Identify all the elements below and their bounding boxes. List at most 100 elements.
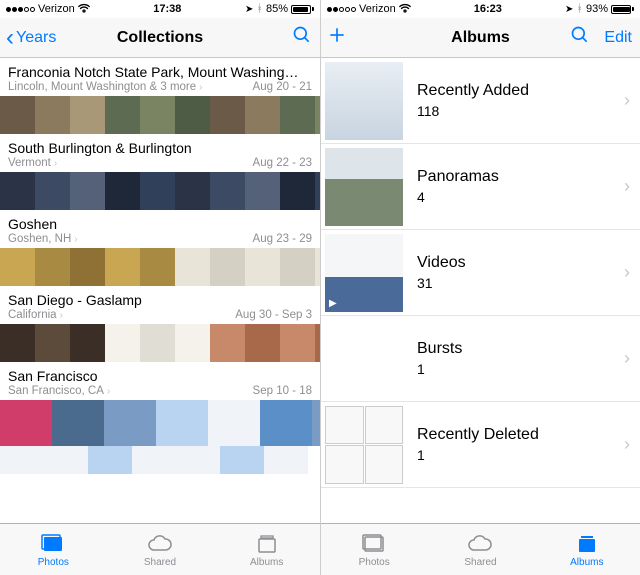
- battery-pct: 93%: [586, 3, 608, 15]
- chevron-right-icon: ›: [624, 348, 630, 369]
- albums-list[interactable]: Recently Added 118 › Panoramas 4 › ▶ Vid…: [321, 58, 640, 523]
- bluetooth-icon: ᚼ: [256, 3, 263, 15]
- battery-icon: [611, 5, 634, 14]
- album-thumbnail: [325, 320, 403, 398]
- album-name: Recently Deleted: [417, 426, 624, 444]
- status-bar: Verizon 16:23 ➤ ᚼ 93%: [321, 0, 640, 18]
- tab-label: Shared: [464, 557, 496, 568]
- tab-albums[interactable]: Albums: [213, 524, 320, 575]
- nav-title: Albums: [451, 29, 510, 47]
- album-row[interactable]: ▶ Videos 31 ›: [321, 230, 640, 316]
- album-thumbnail: [325, 148, 403, 226]
- collection-group[interactable]: Goshen Goshen, NH› Aug 23 - 29: [0, 210, 320, 286]
- cloud-icon: [147, 532, 173, 556]
- battery-icon: [291, 5, 314, 14]
- back-label: Years: [16, 29, 56, 47]
- video-badge-icon: ▶: [329, 298, 337, 309]
- collection-group[interactable]: South Burlington & Burlington Vermont› A…: [0, 134, 320, 210]
- chevron-right-icon: ›: [54, 158, 57, 169]
- status-bar: Verizon 17:38 ➤ ᚼ 85%: [0, 0, 320, 18]
- clock-time: 17:38: [153, 3, 181, 15]
- album-name: Videos: [417, 254, 624, 272]
- screen-albums: Verizon 16:23 ➤ ᚼ 93% Albums Edit: [320, 0, 640, 575]
- tab-label: Photos: [38, 557, 69, 568]
- chevron-right-icon: ›: [624, 176, 630, 197]
- collection-group[interactable]: Franconia Notch State Park, Mount Washin…: [0, 58, 320, 134]
- carrier-label: Verizon: [359, 3, 396, 15]
- tab-label: Albums: [250, 557, 283, 568]
- collection-title: Goshen: [8, 216, 312, 232]
- album-name: Bursts: [417, 340, 624, 358]
- chevron-right-icon: ›: [624, 90, 630, 111]
- album-count: 1: [417, 447, 624, 463]
- collection-date: Aug 20 - 21: [253, 81, 312, 93]
- album-count: 31: [417, 275, 624, 291]
- collection-location: California: [8, 309, 57, 321]
- thumbnail-strip[interactable]: [0, 96, 320, 134]
- tab-photos[interactable]: Photos: [321, 524, 427, 575]
- collection-title: Franconia Notch State Park, Mount Washin…: [8, 64, 312, 80]
- chevron-right-icon: ›: [199, 82, 202, 93]
- nav-bar: Albums Edit: [321, 18, 640, 58]
- chevron-right-icon: ›: [74, 234, 77, 245]
- thumbnail-strip[interactable]: [0, 248, 320, 286]
- album-row[interactable]: Bursts 1 ›: [321, 316, 640, 402]
- chevron-right-icon: ›: [60, 310, 63, 321]
- album-row[interactable]: Recently Added 118 ›: [321, 58, 640, 144]
- album-name: Panoramas: [417, 168, 624, 186]
- collection-title: San Francisco: [8, 368, 312, 384]
- collection-location: Vermont: [8, 157, 51, 169]
- search-button[interactable]: [292, 25, 312, 50]
- tab-label: Albums: [570, 557, 603, 568]
- album-count: 118: [417, 103, 624, 119]
- album-count: 1: [417, 361, 624, 377]
- signal-dots-icon: [327, 7, 356, 12]
- back-button[interactable]: ‹ Years: [6, 26, 56, 50]
- collections-list[interactable]: Franconia Notch State Park, Mount Washin…: [0, 58, 320, 523]
- tab-albums[interactable]: Albums: [534, 524, 640, 575]
- collection-title: San Diego - Gaslamp: [8, 292, 312, 308]
- tab-label: Shared: [144, 557, 176, 568]
- wifi-icon: [399, 3, 411, 16]
- tab-bar: Photos Shared Albums: [321, 523, 640, 575]
- search-button[interactable]: [570, 25, 590, 50]
- photos-icon: [40, 532, 66, 556]
- edit-button[interactable]: Edit: [604, 29, 632, 47]
- chevron-right-icon: ›: [624, 434, 630, 455]
- collection-location: Lincoln, Mount Washington & 3 more: [8, 81, 196, 93]
- album-name: Recently Added: [417, 82, 624, 100]
- clock-time: 16:23: [474, 3, 502, 15]
- thumbnail-strip[interactable]: [0, 324, 320, 362]
- location-arrow-icon: ➤: [565, 4, 573, 15]
- tab-shared[interactable]: Shared: [107, 524, 214, 575]
- photos-icon: [361, 532, 387, 556]
- thumbnail-strip[interactable]: [0, 172, 320, 210]
- battery-pct: 85%: [266, 3, 288, 15]
- album-thumbnail: [325, 406, 403, 484]
- thumbnail-strip[interactable]: [0, 446, 320, 474]
- bluetooth-icon: ᚼ: [576, 3, 583, 15]
- album-row[interactable]: Panoramas 4 ›: [321, 144, 640, 230]
- chevron-right-icon: ›: [107, 386, 110, 397]
- tab-photos[interactable]: Photos: [0, 524, 107, 575]
- tab-bar: Photos Shared Albums: [0, 523, 320, 575]
- location-arrow-icon: ➤: [245, 4, 253, 15]
- tab-shared[interactable]: Shared: [427, 524, 533, 575]
- album-thumbnail: [325, 62, 403, 140]
- collection-group[interactable]: San Diego - Gaslamp California› Aug 30 -…: [0, 286, 320, 362]
- collection-group[interactable]: San Francisco San Francisco, CA› Sep 10 …: [0, 362, 320, 474]
- tab-label: Photos: [359, 557, 390, 568]
- add-button[interactable]: [327, 25, 347, 50]
- chevron-left-icon: ‹: [6, 26, 14, 50]
- cloud-icon: [467, 532, 493, 556]
- collection-location: San Francisco, CA: [8, 385, 104, 397]
- album-count: 4: [417, 189, 624, 205]
- nav-title: Collections: [117, 29, 203, 47]
- collection-date: Aug 22 - 23: [253, 157, 312, 169]
- albums-icon: [254, 532, 280, 556]
- thumbnail-strip[interactable]: [0, 400, 320, 446]
- album-thumbnail: ▶: [325, 234, 403, 312]
- album-row[interactable]: Recently Deleted 1 ›: [321, 402, 640, 488]
- signal-dots-icon: [6, 7, 35, 12]
- collection-date: Aug 23 - 29: [253, 233, 312, 245]
